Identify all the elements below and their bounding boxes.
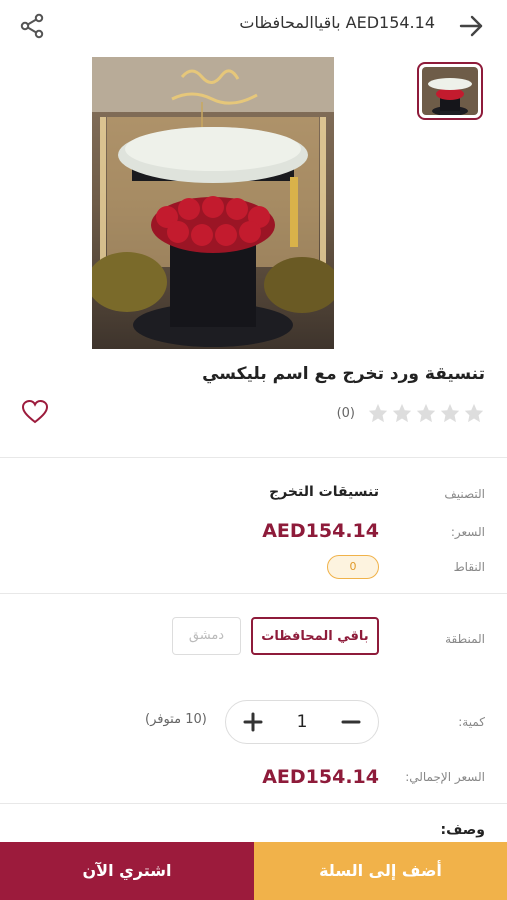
top-bar: باقياالمحافظات AED154.14 [0, 0, 507, 50]
star-icon [392, 403, 412, 423]
add-to-cart-button[interactable]: أضف إلى السلة [254, 842, 507, 900]
star-icon [440, 403, 460, 423]
page-title: باقياالمحافظات AED154.14 [239, 13, 435, 32]
category-label: التصنيف [444, 487, 485, 501]
availability-text: (10 متوفر) [145, 712, 207, 727]
points-label: النقاط [453, 560, 485, 574]
rating-count: (0) [336, 405, 355, 421]
share-icon[interactable] [18, 12, 46, 40]
product-thumbnail[interactable] [417, 62, 483, 120]
rating: (0) [337, 402, 485, 424]
buy-now-button[interactable]: اشتري الآن [0, 842, 254, 900]
star-icon [464, 403, 484, 423]
price-value: AED154.14 [262, 520, 379, 542]
quantity-stepper: 1 [225, 700, 379, 744]
divider [0, 593, 507, 594]
total-price-value: AED154.14 [262, 766, 379, 788]
category-value[interactable]: تنسيقات التخرج [269, 484, 379, 500]
points-badge: 0 [327, 555, 379, 579]
region-label: المنطقة [445, 632, 485, 646]
star-icon [416, 403, 436, 423]
star-icon [368, 403, 388, 423]
arrow-right-icon[interactable] [457, 12, 485, 40]
total-price-label: السعر الإجمالي: [405, 770, 485, 784]
divider [0, 803, 507, 804]
heart-icon[interactable] [22, 400, 48, 424]
price-label: السعر: [450, 525, 485, 539]
bottom-action-bar: اشتري الآن أضف إلى السلة [0, 842, 507, 900]
divider [0, 457, 507, 458]
region-option-other-governorates[interactable]: باقي المحافظات [251, 617, 379, 655]
product-image[interactable] [92, 57, 334, 349]
product-name: تنسيقة ورد تخرج مع اسم بليكسي [202, 364, 485, 384]
region-option-damascus[interactable]: دمشق [172, 617, 241, 655]
quantity-label: كمية: [458, 715, 485, 729]
plus-icon[interactable] [242, 711, 264, 733]
description-label: وصف: [440, 822, 485, 838]
